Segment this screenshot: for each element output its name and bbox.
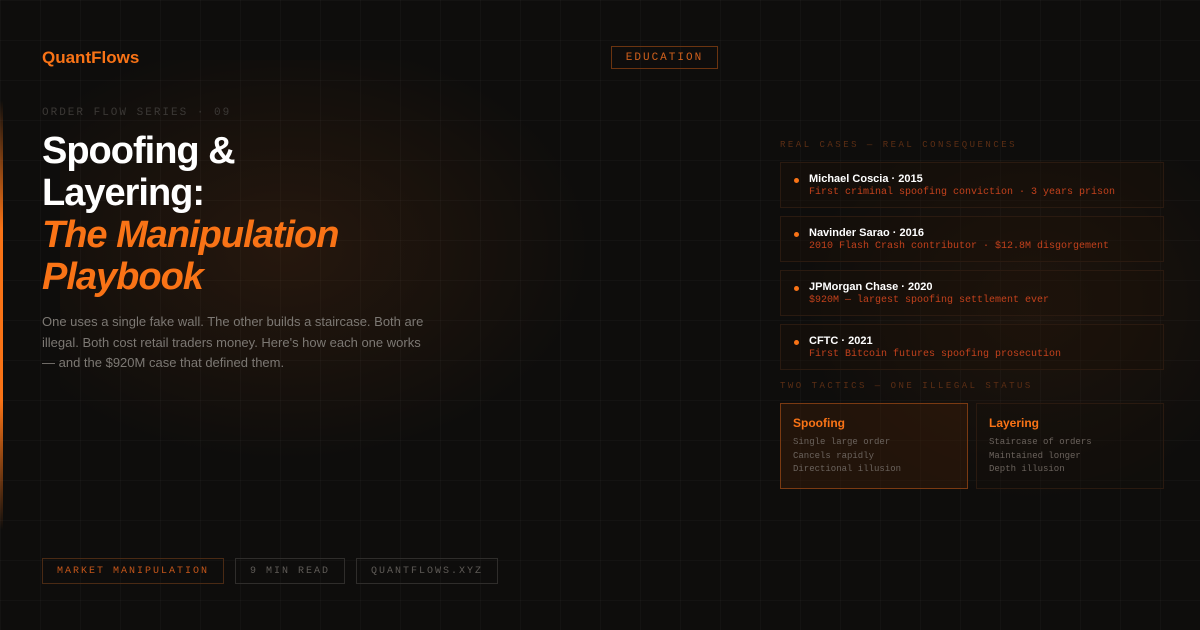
tactic-trait: Staircase of orders (989, 437, 1092, 447)
case-name: JPMorgan Chase · 2020 (809, 281, 933, 293)
case-detail: 2010 Flash Crash contributor · $12.8M di… (809, 241, 1110, 252)
bullet-dot-icon (794, 340, 799, 345)
tactic-title: Spoofing (793, 416, 845, 430)
tactic-trait: Maintained longer (989, 450, 1081, 461)
case-name: Michael Coscia · 2015 (809, 173, 923, 185)
tactic-card-spoofing: Spoofing Single large order Cancels rapi… (780, 403, 968, 489)
tactic-title: Layering (989, 416, 1040, 430)
tactic-trait: Cancels rapidly (793, 450, 875, 461)
chip-topic[interactable]: MARKET MANIPULATION (42, 558, 225, 584)
bullet-dot-icon (794, 178, 799, 183)
chip-read-time: 9 MIN READ (235, 558, 346, 584)
bullet-dot-icon (794, 286, 799, 291)
tactic-trait: Single large order (793, 437, 891, 447)
tactic-trait: Depth illusion (989, 464, 1065, 474)
article-description: One uses a single fake wall. The other b… (42, 314, 424, 370)
tactics-comparison: Spoofing Single large order Cancels rapi… (780, 403, 1164, 489)
case-detail: First Bitcoin futures spoofing prosecuti… (809, 349, 1062, 360)
chip-site[interactable]: QUANTFLOWS.XYZ (356, 558, 499, 584)
case-name: CFTC · 2021 (809, 335, 873, 347)
case-item: CFTC · 2021 First Bitcoin futures spoofi… (780, 324, 1164, 370)
title-accent-line-2: Playbook (42, 256, 204, 298)
title-accent-line-1: The Manipulation (42, 214, 339, 256)
tactics-section-label: TWO TACTICS — ONE ILLEGAL STATUS (780, 381, 1033, 391)
bullet-dot-icon (794, 232, 799, 237)
tactic-card-layering: Layering Staircase of orders Maintained … (976, 403, 1164, 489)
page-title: Spoofing & Layering: The Manipulation Pl… (42, 130, 482, 298)
series-label: ORDER FLOW SERIES · 09 (42, 107, 232, 119)
case-item: Navinder Sarao · 2016 2010 Flash Crash c… (780, 216, 1164, 262)
cases-section-label: REAL CASES — REAL CONSEQUENCES (780, 140, 1018, 150)
case-detail: First criminal spoofing conviction · 3 y… (809, 187, 1116, 198)
tactic-trait: Directional illusion (793, 464, 902, 474)
case-name: Navinder Sarao · 2016 (809, 227, 924, 239)
accent-bar (0, 100, 3, 530)
case-item: Michael Coscia · 2015 First criminal spo… (780, 162, 1164, 208)
brand-logo[interactable]: QuantFlows (42, 48, 139, 68)
category-badge: EDUCATION (611, 46, 718, 69)
title-line-1: Spoofing & (42, 130, 236, 172)
case-detail: $920M — largest spoofing settlement ever (809, 295, 1050, 306)
title-line-2: Layering: (42, 172, 205, 214)
case-item: JPMorgan Chase · 2020 $920M — largest sp… (780, 270, 1164, 316)
tag-chips: MARKET MANIPULATION 9 MIN READ QUANTFLOW… (42, 558, 499, 584)
cases-list: Michael Coscia · 2015 First criminal spo… (780, 162, 1164, 378)
